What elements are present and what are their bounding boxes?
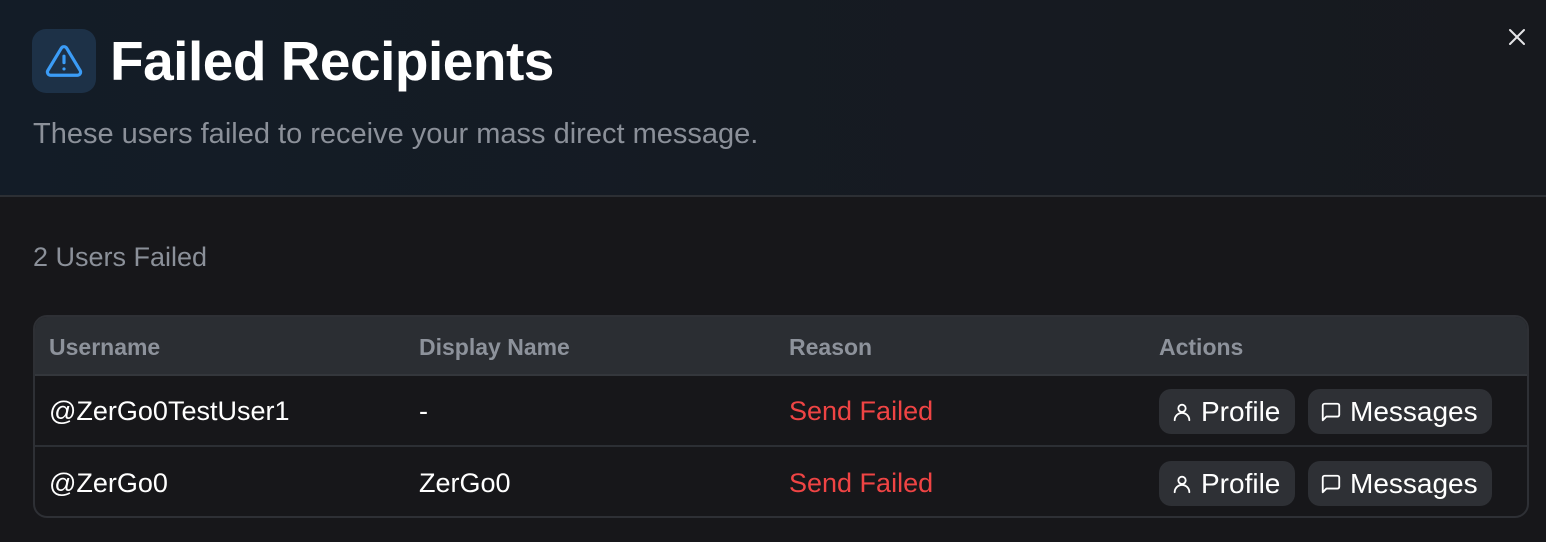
reason-cell: Send Failed — [789, 468, 934, 498]
messages-button[interactable]: Messages — [1308, 461, 1492, 506]
dialog-header: Failed Recipients These users failed to … — [0, 0, 1546, 197]
failed-recipients-table: Username Display Name Reason Actions @Ze… — [33, 315, 1529, 518]
failed-count: 2 Users Failed — [33, 242, 208, 272]
column-header-username: Username — [49, 334, 161, 360]
profile-button[interactable]: Profile — [1159, 461, 1295, 506]
display-name-cell: ZerGo0 — [419, 468, 511, 498]
profile-button-label: Profile — [1201, 395, 1281, 427]
messages-button-label: Messages — [1350, 467, 1478, 499]
table-header: Username Display Name Reason Actions — [35, 317, 1527, 376]
failed-recipients-dialog: Failed Recipients These users failed to … — [0, 0, 1546, 542]
dialog-title: Failed Recipients — [110, 30, 554, 92]
dialog-subtitle: These users failed to receive your mass … — [33, 118, 759, 150]
column-header-reason: Reason — [789, 334, 873, 360]
column-header-actions: Actions — [1159, 334, 1244, 360]
profile-button[interactable]: Profile — [1159, 389, 1295, 434]
chat-bubble-icon — [1321, 402, 1341, 421]
chat-bubble-icon — [1321, 474, 1341, 493]
reason-cell: Send Failed — [789, 396, 934, 426]
table-row: @ZerGo0TestUser1 - Send Failed Profile M… — [35, 376, 1527, 447]
table-row: @ZerGo0 ZerGo0 Send Failed Profile Messa… — [35, 448, 1527, 516]
user-icon — [1173, 475, 1191, 493]
username-cell: @ZerGo0 — [49, 468, 168, 498]
user-icon — [1173, 403, 1191, 421]
warning-triangle-icon — [32, 29, 96, 93]
messages-button[interactable]: Messages — [1308, 389, 1492, 434]
username-cell: @ZerGo0TestUser1 — [49, 396, 290, 426]
column-header-display-name: Display Name — [419, 334, 570, 360]
messages-button-label: Messages — [1350, 395, 1478, 427]
profile-button-label: Profile — [1201, 467, 1281, 499]
close-icon[interactable] — [1506, 26, 1528, 48]
display-name-cell: - — [419, 396, 428, 426]
